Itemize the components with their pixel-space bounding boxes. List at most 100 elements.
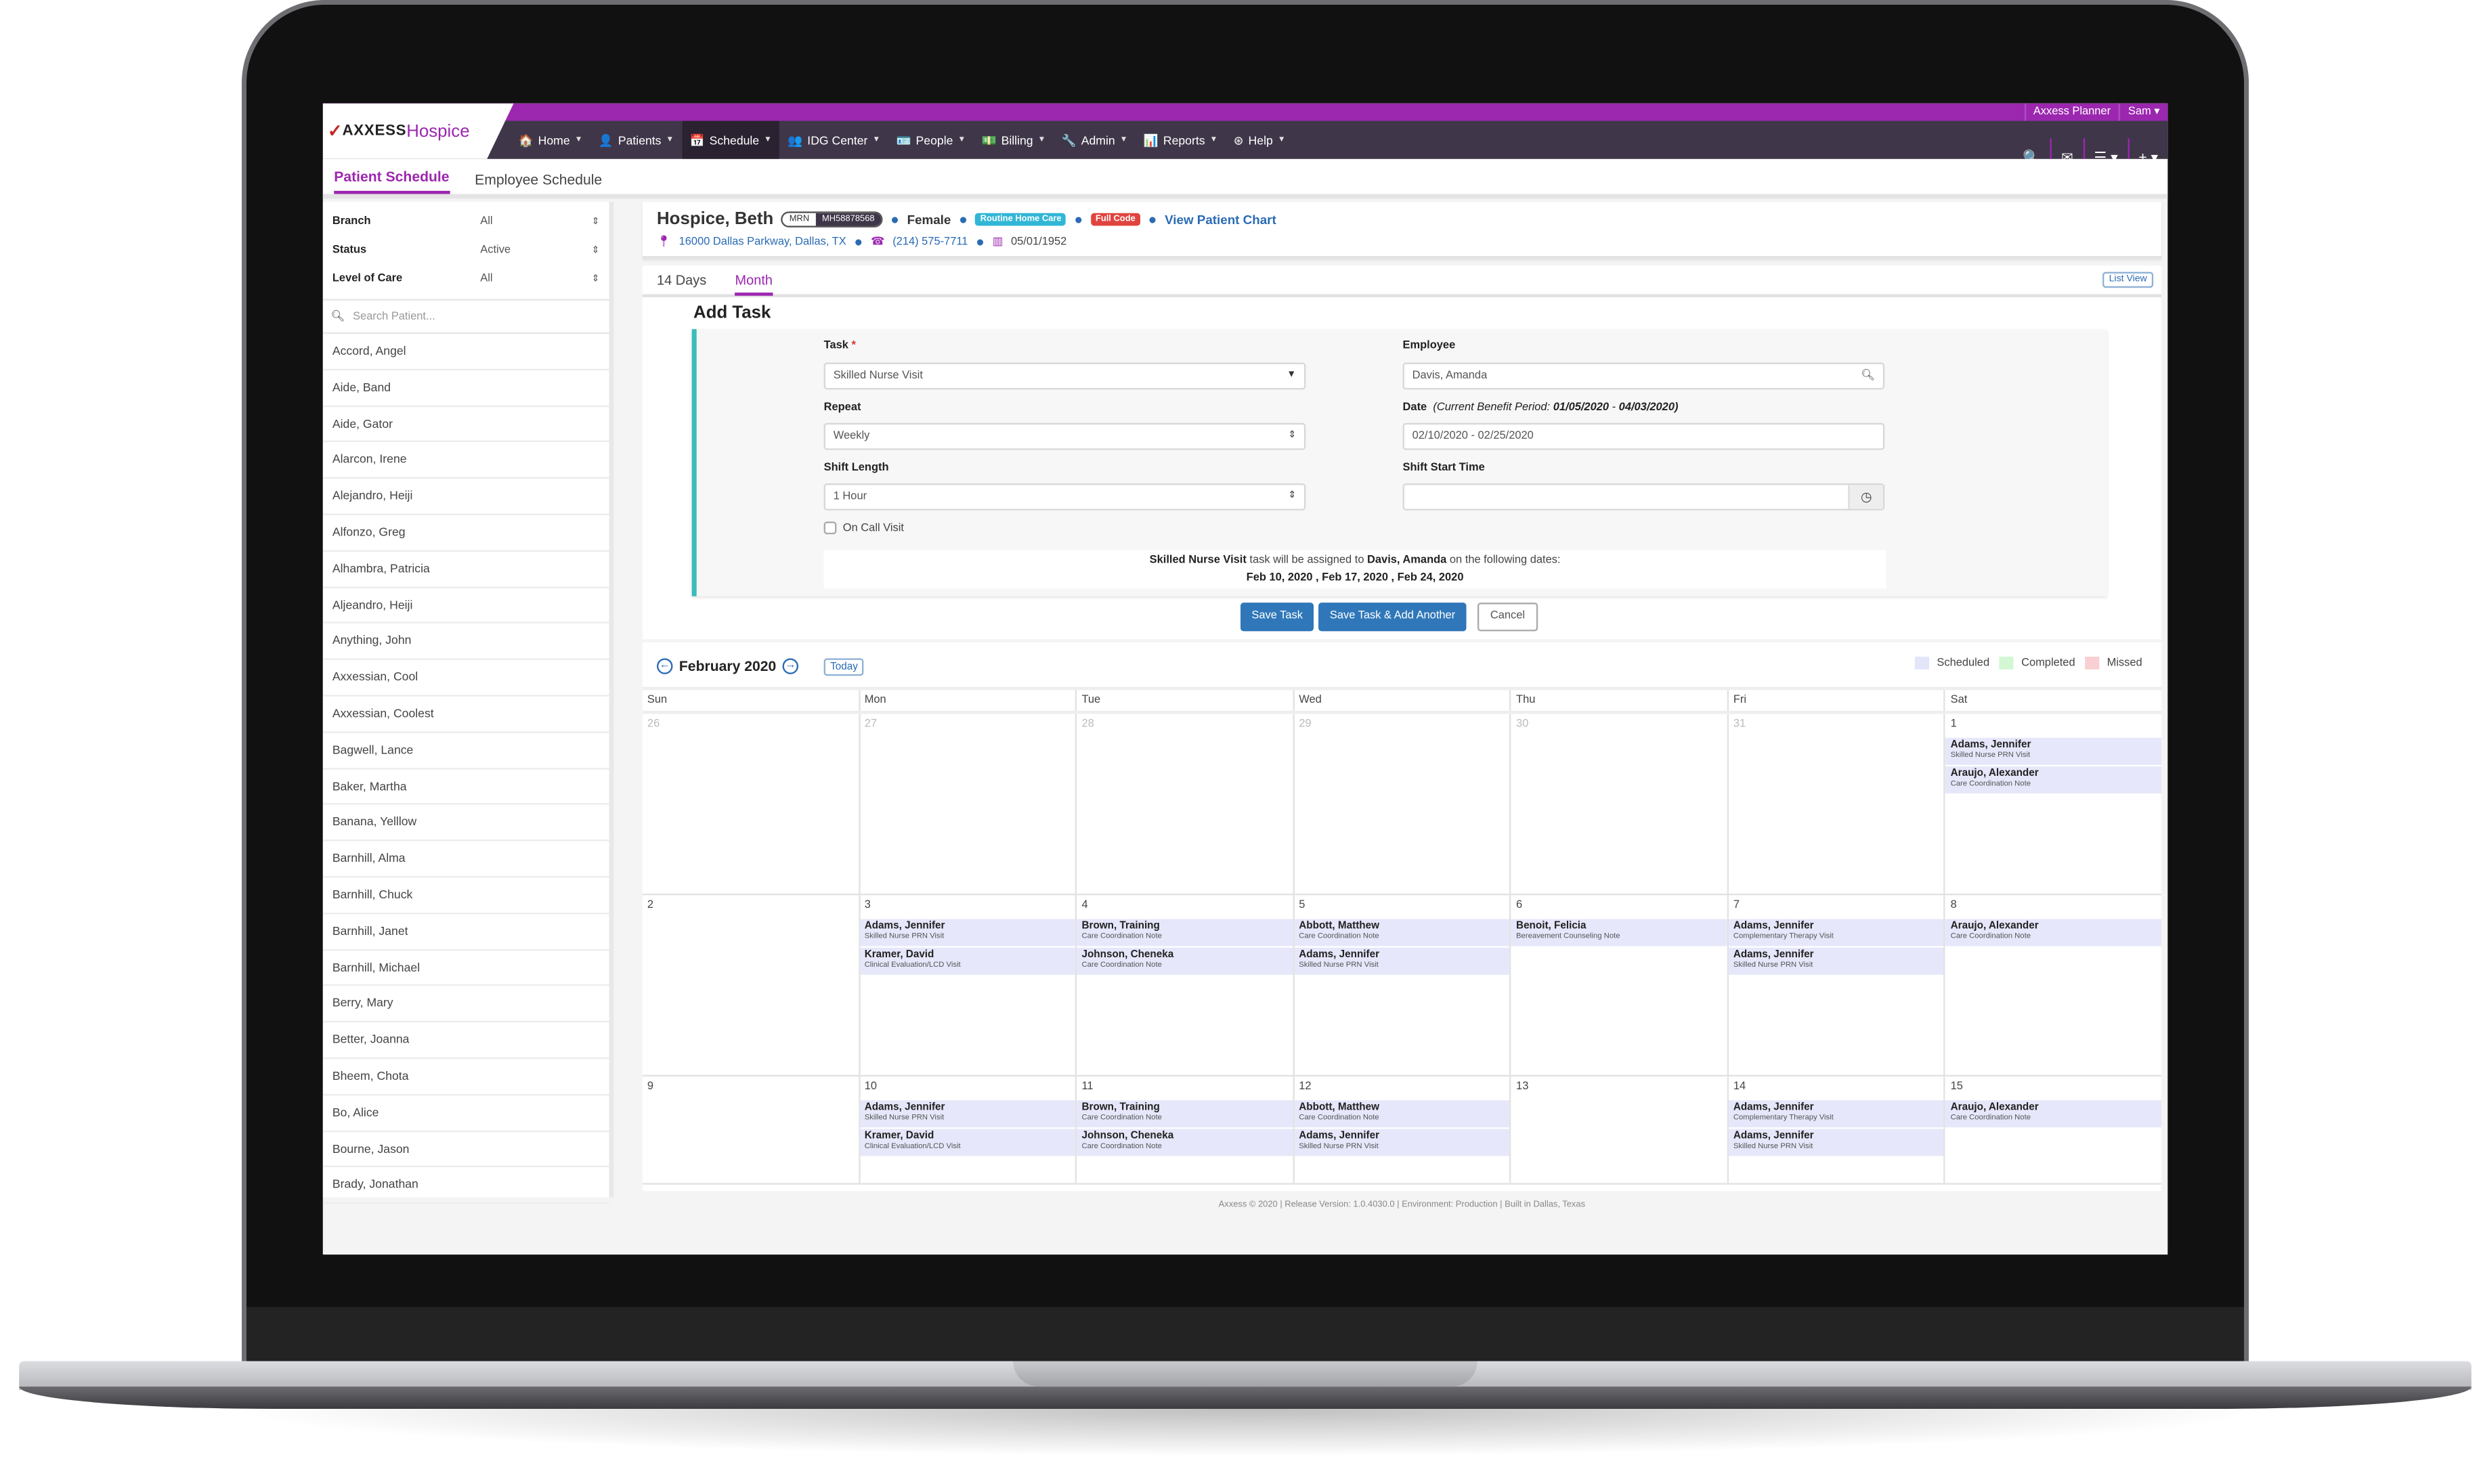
patient-list-item[interactable]: Axxessian, Cool [322, 660, 609, 697]
patient-list-item[interactable]: Aide, Band [322, 370, 609, 407]
calendar-event[interactable]: Brown, Training Care Coordination Note [1077, 919, 1293, 946]
top-link-calendar-check[interactable]: Axxess Planner [2023, 103, 2119, 121]
tab-employee-schedule[interactable]: Employee Schedule [475, 172, 602, 194]
nav-item-idg-center[interactable]: 👥 IDG Center ▼ [780, 121, 888, 159]
calendar-event[interactable]: Araujo, Alexander Care Coordination Note [1945, 1100, 2161, 1128]
calendar-day[interactable]: 27 [858, 714, 1075, 894]
date-range-input[interactable]: 02/10/2020 - 02/25/2020 [1402, 422, 1885, 450]
patient-address[interactable]: 16000 Dallas Parkway, Dallas, TX [679, 236, 846, 247]
patient-list-item[interactable]: Barnhill, Chuck [322, 877, 609, 914]
patient-list-item[interactable]: Alejandro, Heiji [322, 479, 609, 515]
employee-search-input[interactable]: Davis, Amanda 🔍︎ [1402, 362, 1885, 390]
patient-list-item[interactable]: Banana, Yelllow [322, 805, 609, 842]
calendar-day[interactable]: 8 Araujo, Alexander Care Coordination Note [1944, 895, 2161, 1075]
calendar-day[interactable]: 3 Adams, Jennifer Skilled Nurse PRN Visit K… [858, 895, 1076, 1075]
calendar-day[interactable]: 30 [1509, 714, 1727, 894]
today-button[interactable]: Today [823, 657, 865, 676]
shift-length-select[interactable]: 1 Hour ⇕ [823, 483, 1306, 510]
save-task-add-another-button[interactable]: Save Task & Add Another [1318, 603, 1467, 632]
calendar-event[interactable]: Adams, Jennifer Skilled Nurse PRN Visit [1728, 947, 1945, 975]
filter-status[interactable]: Status Active ⇕ [323, 236, 609, 264]
calendar-event[interactable]: Abbott, Matthew Care Coordination Note [1294, 919, 1510, 946]
patient-list-item[interactable]: Barnhill, Alma [322, 842, 609, 878]
calendar-day[interactable]: 14 Adams, Jennifer Complementary Therapy V… [1727, 1076, 1945, 1183]
calendar-event[interactable]: Araujo, Alexander Care Coordination Note [1945, 919, 2161, 946]
calendar-event[interactable]: Abbott, Matthew Care Coordination Note [1294, 1100, 1510, 1128]
patient-list-item[interactable]: Barnhill, Michael [322, 950, 609, 987]
patient-list-item[interactable]: Better, Joanna [322, 1023, 609, 1060]
calendar-event[interactable]: Adams, Jennifer Skilled Nurse PRN Visit [1728, 1129, 1945, 1156]
calendar-day[interactable]: 28 [1075, 714, 1293, 894]
calendar-day[interactable]: 29 [1292, 714, 1510, 894]
calendar-event[interactable]: Adams, Jennifer Skilled Nurse PRN Visit [859, 919, 1076, 946]
calendar-event[interactable]: Adams, Jennifer Skilled Nurse PRN Visit [1294, 1129, 1510, 1156]
patient-list-item[interactable]: Alfonzo, Greg [322, 515, 609, 552]
calendar-day[interactable]: 12 Abbott, Matthew Care Coordination Note A… [1292, 1076, 1510, 1183]
patient-list-item[interactable]: Accord, Angel [322, 334, 609, 370]
search-icon[interactable]: 🔍︎ [1861, 364, 1875, 388]
patient-list-item[interactable]: Alarcon, Irene [322, 443, 609, 479]
patient-list-item[interactable]: Axxessian, Coolest [322, 697, 609, 733]
patient-list-item[interactable]: Bo, Alice [322, 1095, 609, 1132]
calendar-event[interactable]: Benoit, Felicia Bereavement Counseling No… [1511, 919, 1727, 946]
patient-list-item[interactable]: Aljeandro, Heiji [322, 588, 609, 624]
patient-list-item[interactable]: Aide, Gator [322, 406, 609, 443]
calendar-event[interactable]: Adams, Jennifer Skilled Nurse PRN Visit [1945, 737, 2161, 765]
nav-item-admin[interactable]: 🔧 Admin ▼ [1054, 121, 1136, 159]
calendar-event[interactable]: Araujo, Alexander Care Coordination Note [1945, 766, 2161, 794]
view-tab-month[interactable]: Month [735, 264, 773, 296]
list-view-button[interactable]: List View [2102, 271, 2154, 288]
filter-branch[interactable]: Branch All ⇕ [323, 206, 609, 235]
top-link-user-circle[interactable]: Sam ▾ [2118, 103, 2167, 121]
nav-item-home[interactable]: 🏠 Home ▼ [511, 121, 590, 159]
next-month-icon[interactable]: → [782, 658, 799, 674]
calendar-day[interactable]: 26 [643, 714, 858, 894]
patient-list-item[interactable]: Bagwell, Lance [322, 733, 609, 769]
tab-patient-schedule[interactable]: Patient Schedule [334, 169, 450, 194]
calendar-event[interactable]: Adams, Jennifer Complementary Therapy Vis… [1728, 919, 1945, 946]
calendar-day[interactable]: 2 [643, 895, 858, 1074]
repeat-select[interactable]: Weekly ⇕ [823, 422, 1306, 450]
nav-item-schedule[interactable]: 📅 Schedule ▼ [681, 121, 780, 159]
calendar-day[interactable]: 13 [1509, 1076, 1727, 1183]
calendar-day[interactable]: 4 Brown, Training Care Coordination Note Jo… [1075, 895, 1293, 1075]
nav-item-reports[interactable]: 📊 Reports ▼ [1136, 121, 1226, 159]
patient-list-item[interactable]: Bheem, Chota [322, 1059, 609, 1095]
patient-list-item[interactable]: Anything, John [322, 624, 609, 661]
calendar-day[interactable]: 11 Brown, Training Care Coordination Note J… [1075, 1076, 1293, 1183]
patient-list-item[interactable]: Barnhill, Janet [322, 914, 609, 951]
patient-list-item[interactable]: Alhambra, Patricia [322, 551, 609, 588]
calendar-day[interactable]: 9 [643, 1076, 858, 1183]
nav-item-help[interactable]: ⊛ Help ▼ [1226, 121, 1293, 159]
calendar-event[interactable]: Adams, Jennifer Skilled Nurse PRN Visit [859, 1100, 1076, 1128]
calendar-day[interactable]: 5 Abbott, Matthew Care Coordination Note Ad… [1292, 895, 1510, 1075]
shift-start-time-input[interactable]: ◷ [1402, 483, 1885, 510]
calendar-day[interactable]: 31 [1727, 714, 1944, 894]
filter-value[interactable]: Active [480, 244, 591, 255]
nav-item-billing[interactable]: 💵 Billing ▼ [974, 121, 1054, 159]
logo[interactable]: ✓ AXXESS Hospice [322, 103, 514, 159]
save-task-button[interactable]: Save Task [1240, 603, 1314, 632]
calendar-event[interactable]: Kramer, David Clinical Evaluation/LCD Vis… [859, 1129, 1076, 1156]
filter-value[interactable]: All [480, 215, 591, 226]
filter-level-of-care[interactable]: Level of Care All ⇕ [323, 264, 609, 292]
calendar-event[interactable]: Johnson, Cheneka Care Coordination Note [1077, 1129, 1293, 1156]
patient-list-item[interactable]: Berry, Mary [322, 986, 609, 1023]
patient-list-item[interactable]: Bourne, Jason [322, 1131, 609, 1168]
search-input[interactable]: Search Patient... [353, 311, 435, 322]
calendar-event[interactable]: Adams, Jennifer Skilled Nurse PRN Visit [1294, 947, 1510, 975]
patient-search[interactable]: 🔍︎ Search Patient... [322, 299, 609, 334]
cancel-button[interactable]: Cancel [1477, 603, 1538, 632]
calendar-day[interactable]: 10 Adams, Jennifer Skilled Nurse PRN Visit… [858, 1076, 1076, 1183]
calendar-event[interactable]: Brown, Training Care Coordination Note [1077, 1100, 1293, 1128]
patient-list-item[interactable]: Brady, Jonathan [322, 1168, 609, 1204]
calendar-event[interactable]: Adams, Jennifer Complementary Therapy Vis… [1728, 1100, 1945, 1128]
nav-item-people[interactable]: 🪪 People ▼ [888, 121, 974, 159]
clock-icon[interactable]: ◷ [1848, 485, 1883, 509]
calendar-day[interactable]: 15 Araujo, Alexander Care Coordination Not… [1944, 1076, 2161, 1183]
calendar-day[interactable]: 1 Adams, Jennifer Skilled Nurse PRN Visit A… [1944, 714, 2161, 894]
nav-item-patients[interactable]: 👤 Patients ▼ [590, 121, 682, 159]
on-call-visit-checkbox[interactable]: On Call Visit [823, 521, 904, 535]
patient-phone[interactable]: (214) 575-7711 [892, 236, 968, 247]
checkbox-box[interactable] [823, 521, 837, 535]
